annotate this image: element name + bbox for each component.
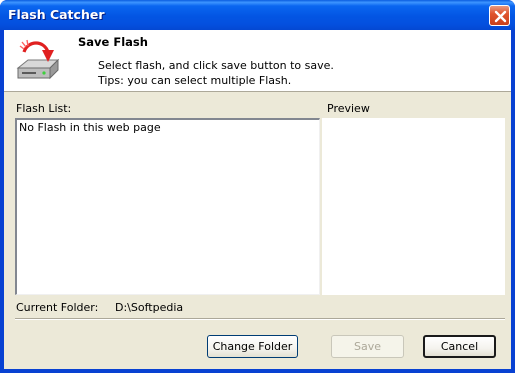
window-border-bottom [0, 369, 515, 373]
window-border-right [511, 30, 515, 373]
preview-label: Preview [327, 102, 370, 115]
current-folder-value: D:\Softpedia [115, 301, 184, 314]
close-icon [494, 10, 507, 23]
title-bar[interactable]: Flash Catcher [0, 0, 515, 30]
save-button[interactable]: Save [331, 335, 404, 358]
header-instruction: Select flash, and click save button to s… [98, 59, 334, 72]
change-folder-button[interactable]: Change Folder [207, 335, 298, 358]
save-drive-icon [16, 39, 60, 80]
header-title: Save Flash [78, 35, 148, 49]
flash-list[interactable]: No Flash in this web page [15, 118, 320, 295]
window-title: Flash Catcher [8, 7, 105, 22]
cancel-button[interactable]: Cancel [423, 335, 496, 358]
header-band: Save Flash Select flash, and click save … [4, 30, 511, 92]
flash-catcher-window: Flash Catcher Save Flash Select flash, a… [0, 0, 515, 373]
flash-list-label: Flash List: [16, 102, 72, 115]
dialog-client-area: Save Flash Select flash, and click save … [4, 30, 511, 369]
preview-pane [322, 118, 505, 295]
list-item[interactable]: No Flash in this web page [19, 121, 317, 134]
header-tip: Tips: you can select multiple Flash. [98, 74, 292, 87]
current-folder-label: Current Folder: [16, 301, 99, 314]
close-button[interactable] [489, 5, 510, 26]
separator [15, 318, 505, 320]
